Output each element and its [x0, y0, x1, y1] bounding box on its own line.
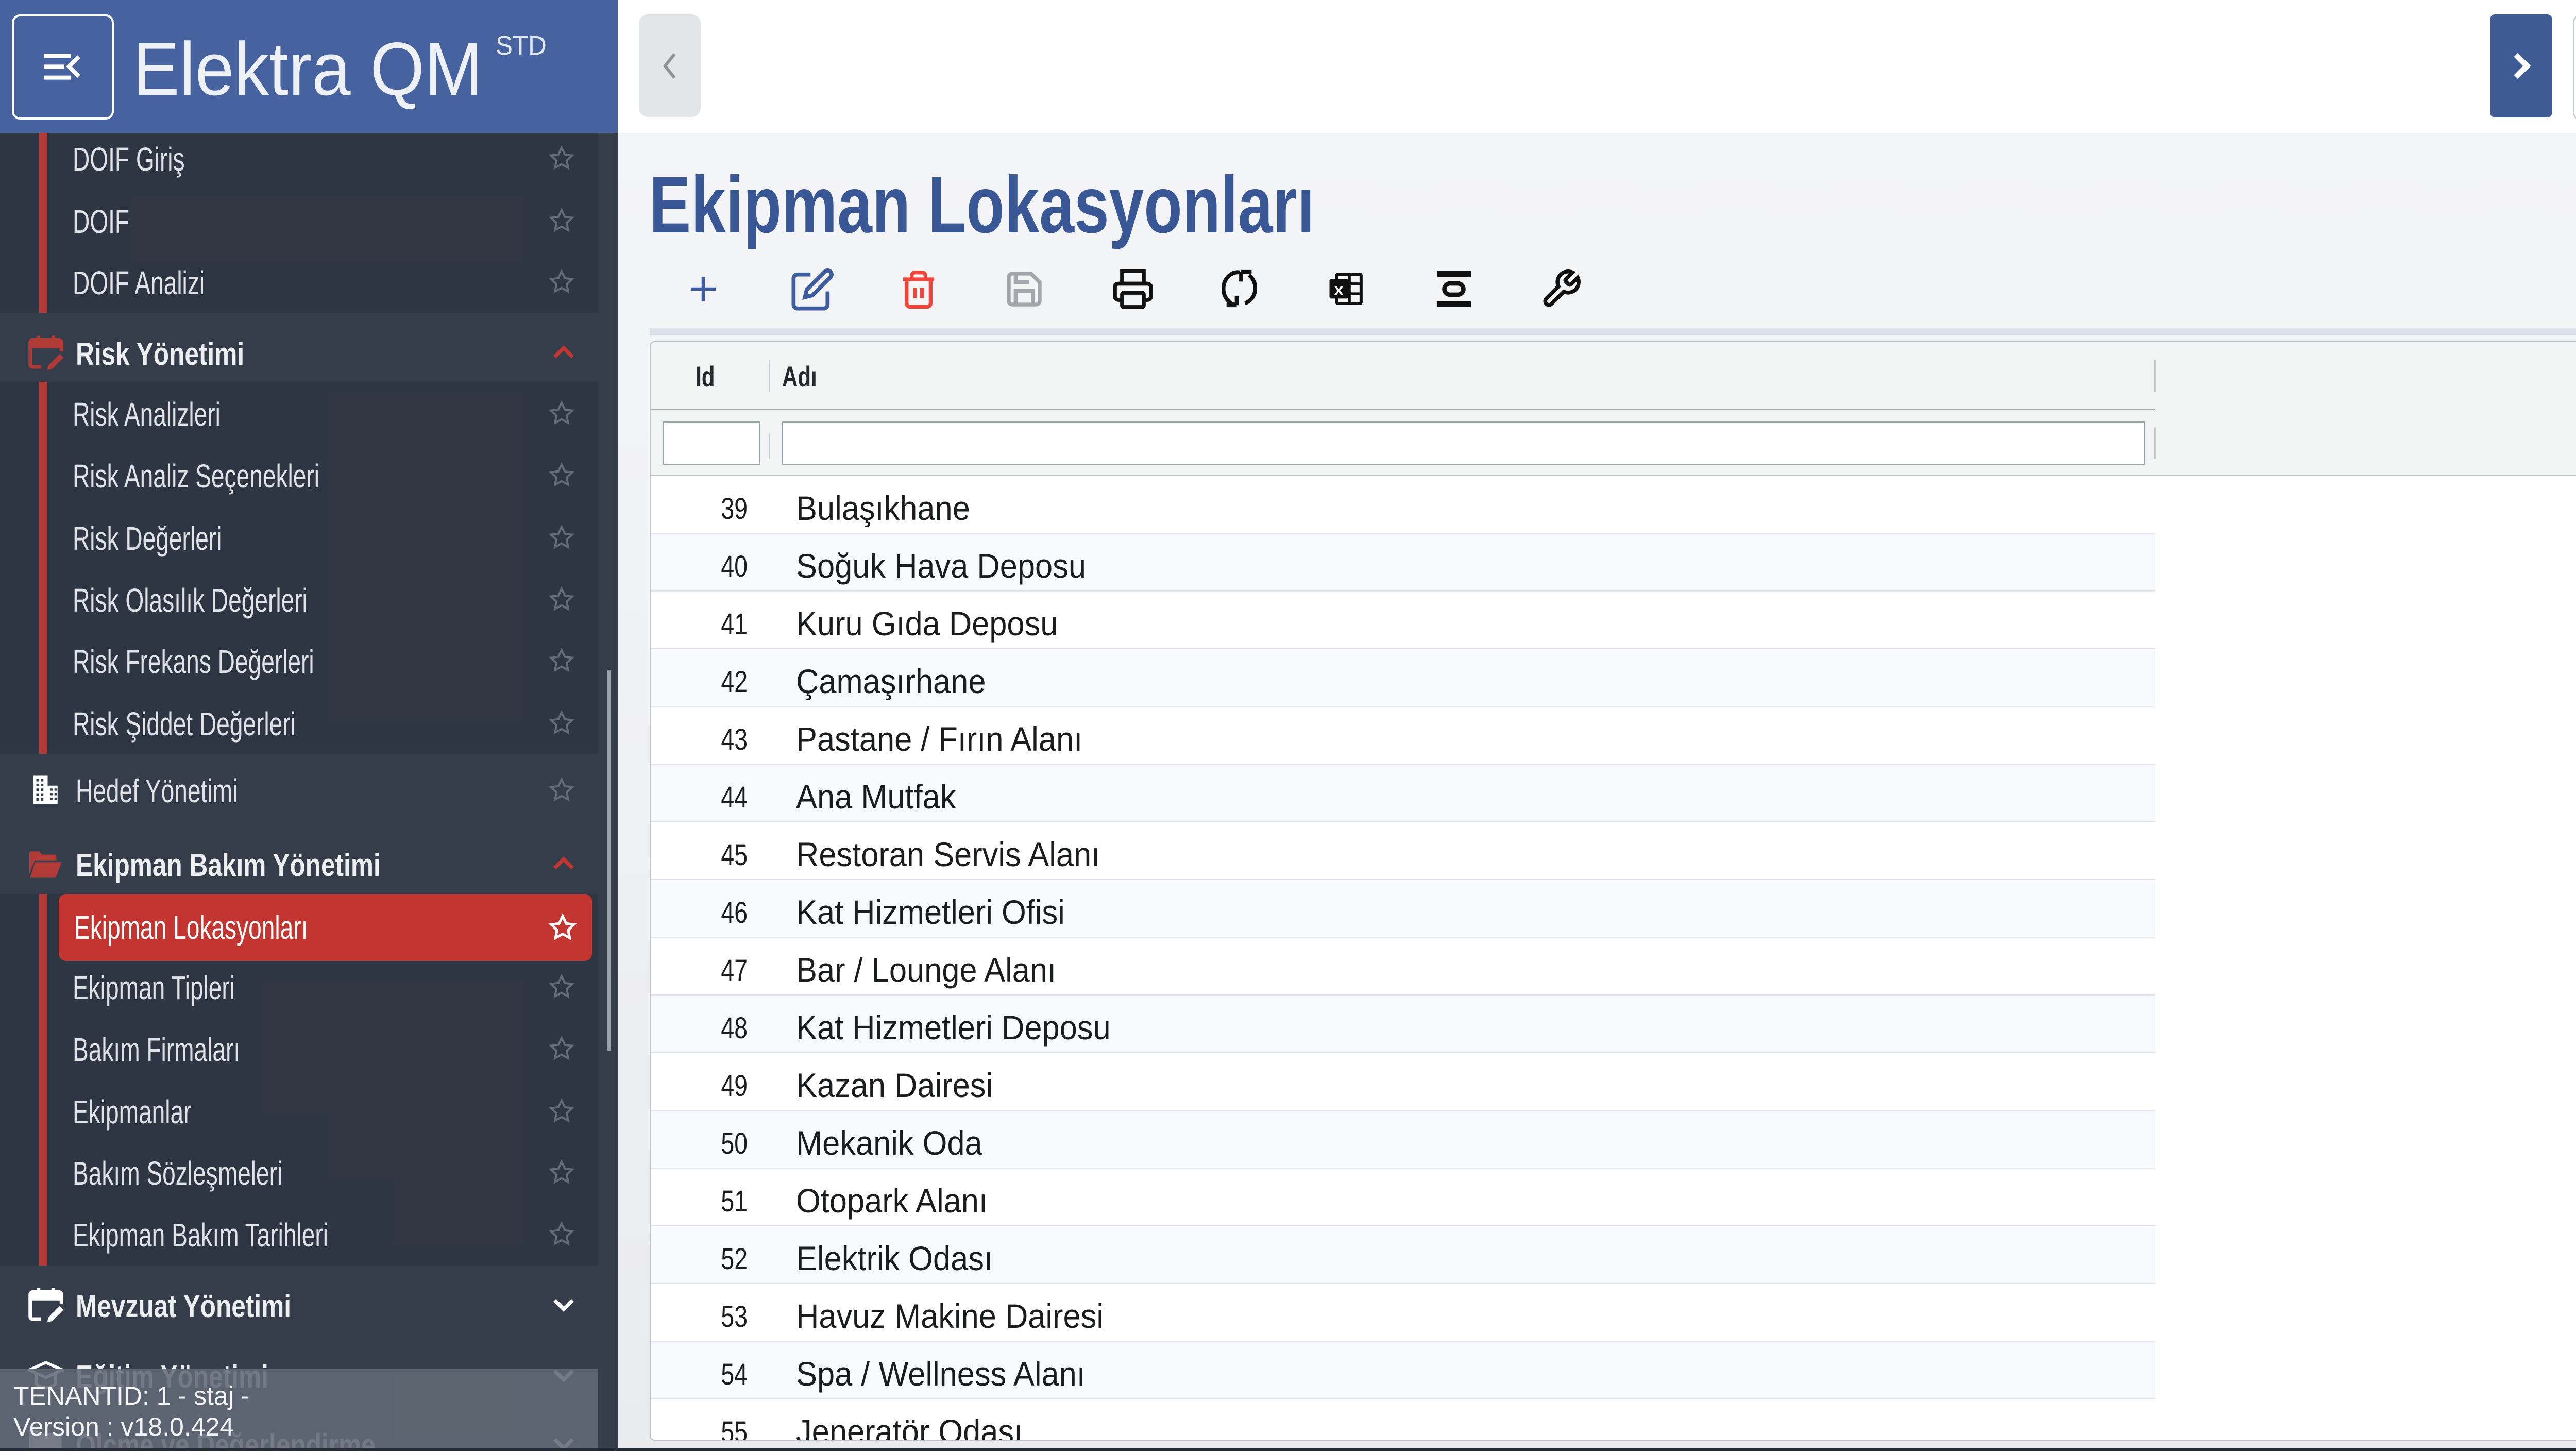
svg-text:x: x [1334, 280, 1344, 299]
